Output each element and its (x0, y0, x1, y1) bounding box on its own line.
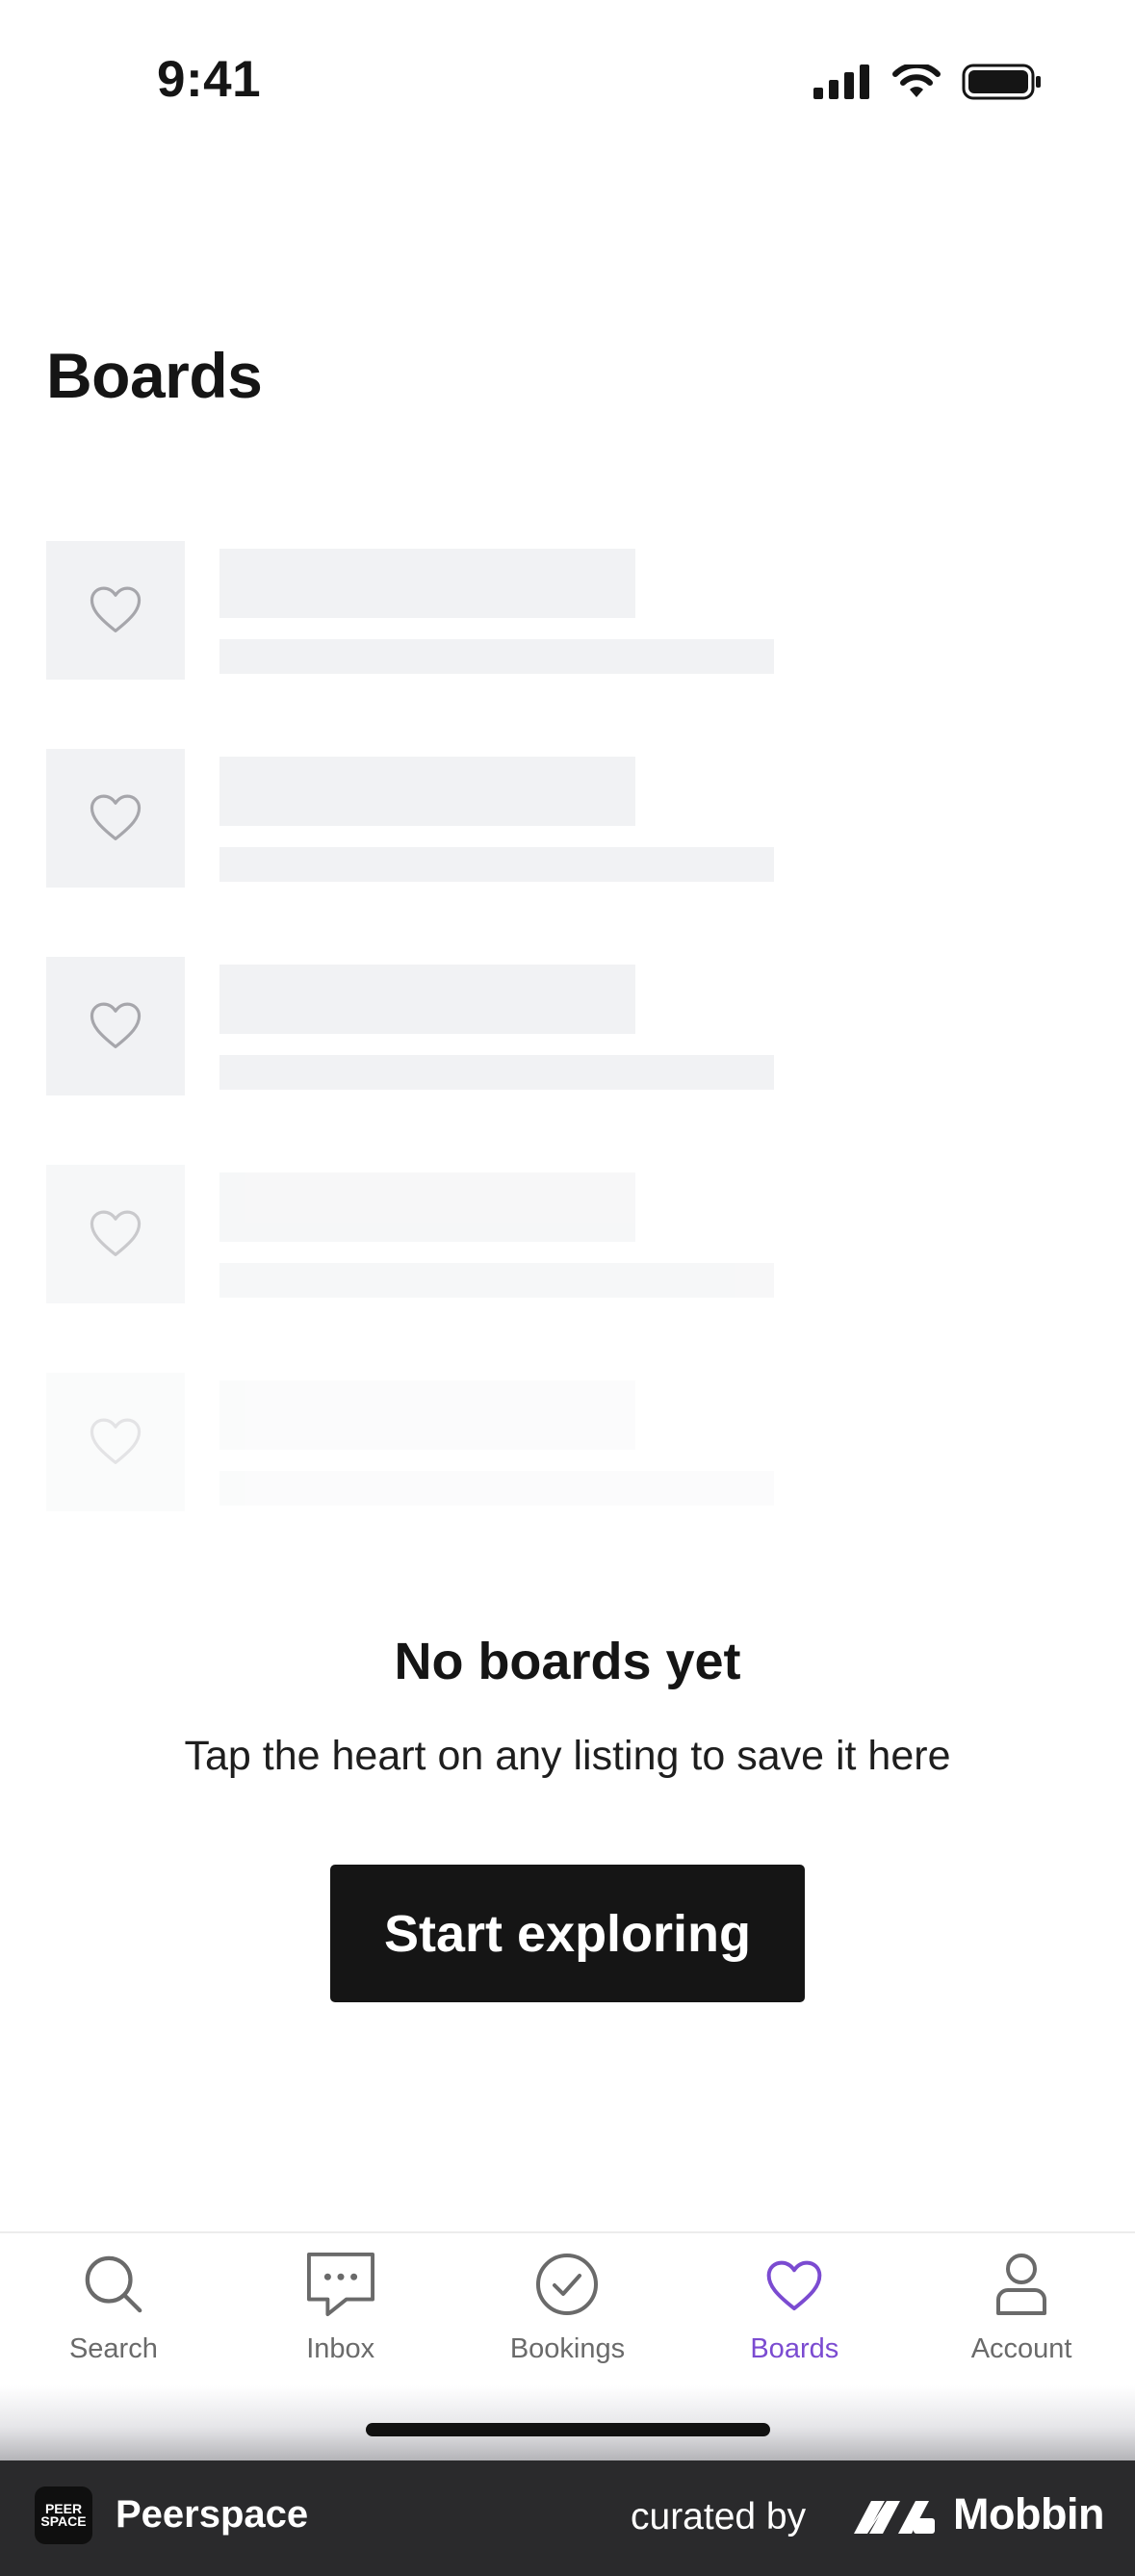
page-title: Boards (46, 340, 263, 411)
skeleton-row (46, 541, 778, 680)
status-bar: 9:41 (0, 0, 1135, 164)
skeleton-row (46, 1165, 778, 1303)
status-icons (813, 62, 1043, 105)
check-circle-icon (534, 2249, 600, 2320)
mobbin-brand: Mobbin (953, 2489, 1104, 2538)
heart-icon (87, 1414, 144, 1471)
tab-label: Search (68, 2333, 158, 2364)
skeleton-subtitle-line (219, 847, 774, 882)
tab-account[interactable]: Account (908, 2233, 1135, 2385)
heart-icon (87, 582, 144, 639)
skeleton-row (46, 957, 778, 1095)
skeleton-subtitle-line (219, 1471, 774, 1506)
app-name: Peerspace (116, 2493, 309, 2536)
chat-bubble-icon (305, 2249, 376, 2320)
home-indicator[interactable] (366, 2423, 770, 2436)
skeleton-list (46, 541, 778, 1581)
mobbin-logo-icon (852, 2495, 939, 2542)
tab-label: Account (970, 2333, 1072, 2364)
heart-icon (87, 1206, 144, 1263)
heart-icon (87, 998, 144, 1055)
tab-search[interactable]: Search (0, 2233, 227, 2385)
skeleton-subtitle-line (219, 1055, 774, 1090)
skeleton-subtitle-line (219, 1263, 774, 1298)
empty-state-subtitle: Tap the heart on any listing to save it … (184, 1733, 951, 1779)
skeleton-row (46, 1373, 778, 1511)
skeleton-title-line (219, 1172, 635, 1242)
skeleton-title-line (219, 549, 635, 618)
skeleton-title-line (219, 1380, 635, 1450)
heart-icon (763, 2249, 825, 2320)
skeleton-thumbnail (46, 541, 185, 680)
cellular-signal-icon (813, 64, 871, 104)
skeleton-thumbnail (46, 1373, 185, 1511)
skeleton-thumbnail (46, 957, 185, 1095)
tab-label: Boards (750, 2333, 839, 2364)
heart-icon (87, 790, 144, 847)
tab-label: Bookings (509, 2333, 626, 2364)
battery-icon (962, 64, 1043, 105)
person-icon (994, 2249, 1048, 2320)
status-time: 9:41 (157, 51, 262, 108)
tab-inbox[interactable]: Inbox (227, 2233, 454, 2385)
tab-label: Inbox (306, 2333, 375, 2364)
skeleton-thumbnail (46, 749, 185, 888)
branding-footer: PEER SPACE Peerspace curated by Mobbin (0, 2460, 1135, 2576)
tab-bar: Search Inbox Bookings Boards Account (0, 2231, 1135, 2385)
curated-by-label: curated by (631, 2496, 807, 2537)
wifi-icon (892, 62, 941, 104)
skeleton-thumbnail (46, 1165, 185, 1303)
skeleton-title-line (219, 757, 635, 826)
peerspace-logo: PEER SPACE (35, 2486, 92, 2544)
tab-boards[interactable]: Boards (681, 2233, 908, 2385)
skeleton-subtitle-line (219, 639, 774, 674)
skeleton-row (46, 749, 778, 888)
start-exploring-button[interactable]: Start exploring (330, 1865, 805, 2002)
search-icon (82, 2249, 145, 2320)
tab-bookings[interactable]: Bookings (454, 2233, 682, 2385)
empty-state-title: No boards yet (394, 1633, 741, 1690)
skeleton-title-line (219, 965, 635, 1034)
